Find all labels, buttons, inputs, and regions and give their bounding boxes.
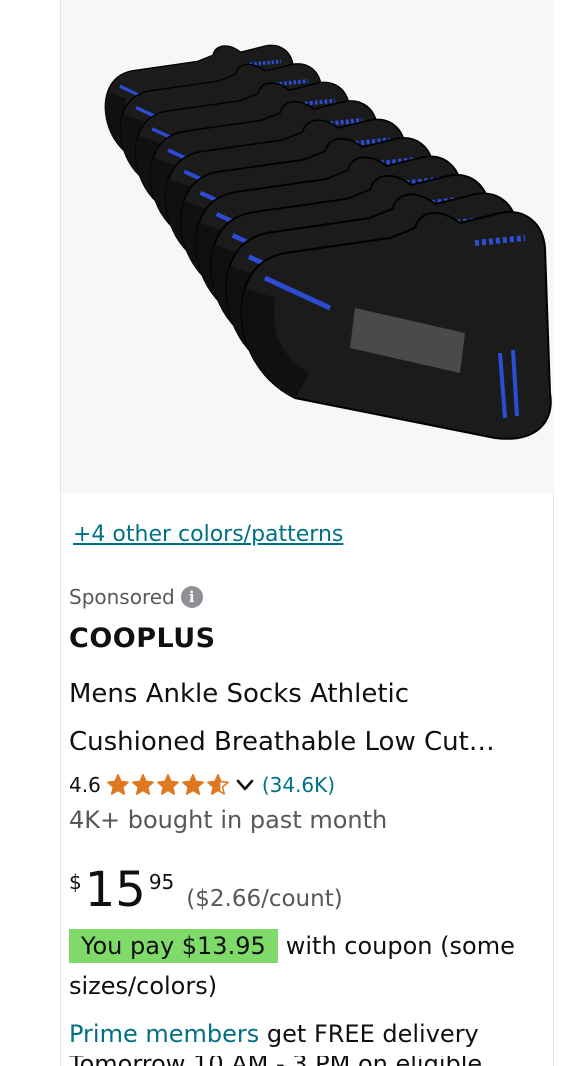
coupon-badge: You pay $13.95 <box>69 929 278 963</box>
price-whole: 15 <box>84 862 146 918</box>
rating-row: 4.6 (34.6K) <box>69 770 335 800</box>
sponsored-label: Sponsored <box>69 585 175 609</box>
free-delivery-text: get FREE delivery <box>266 1020 479 1048</box>
rating-value: 4.6 <box>69 773 101 797</box>
price-fraction: 95 <box>148 870 175 894</box>
rating-count-link[interactable]: (34.6K) <box>262 773 335 797</box>
socks-image <box>104 44 552 440</box>
delivery-date-row: Tomorrow 10 AM - 3 PM on eligible <box>69 1056 547 1066</box>
star-icon <box>107 774 129 795</box>
product-title[interactable]: Mens Ankle Socks Athletic Cushioned Brea… <box>69 670 547 766</box>
sponsored-label-row[interactable]: Sponsored i <box>69 585 203 609</box>
info-circle-icon[interactable]: i <box>180 586 203 608</box>
unit-price: ($2.66/count) <box>186 886 343 912</box>
product-image[interactable] <box>61 0 554 493</box>
chevron-down-icon[interactable] <box>234 774 256 796</box>
brand-name: COOPLUS <box>69 623 216 654</box>
price[interactable]: $ 15 95 ($2.66/count) <box>69 862 343 922</box>
prime-members-link[interactable]: Prime members <box>69 1020 259 1048</box>
star-icon <box>132 774 154 795</box>
coupon-row: You pay $13.95 with coupon (some sizes/co… <box>69 926 547 1006</box>
star-icon <box>207 774 229 795</box>
product-card[interactable]: +4 other colors/patterns Sponsored i COO… <box>60 0 554 1066</box>
delivery-date-text: Tomorrow 10 AM - 3 PM on eligible <box>69 1056 547 1066</box>
product-title-line-2[interactable]: Cushioned Breathable Low Cut… <box>69 718 547 766</box>
star-icon <box>182 774 204 795</box>
price-symbol: $ <box>69 870 82 894</box>
delivery-row: Prime members get FREE delivery <box>69 1014 547 1054</box>
star-icon <box>157 774 179 795</box>
bought-in-past-month: 4K+ bought in past month <box>69 806 388 834</box>
star-rating[interactable] <box>106 773 231 797</box>
product-title-line-1[interactable]: Mens Ankle Socks Athletic <box>69 670 547 718</box>
other-colors-link[interactable]: +4 other colors/patterns <box>73 522 343 547</box>
